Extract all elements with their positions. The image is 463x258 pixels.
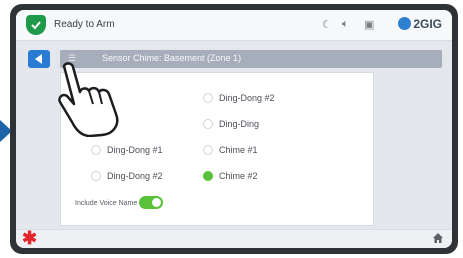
home-icon[interactable] xyxy=(432,232,444,244)
shield-check-icon xyxy=(26,15,46,35)
brand-orb-icon xyxy=(398,17,412,30)
option-label: Chime #2 xyxy=(219,171,258,181)
option-label: Ding-Dong #1 xyxy=(107,145,163,155)
voice-name-toggle[interactable] xyxy=(139,196,163,209)
option-ding-dong-2-top[interactable]: Ding-Dong #2 xyxy=(203,93,275,103)
panel-device: Ready to Arm ☾ 🔈︎ ▣ 2GIG ☰ Sensor Chime:… xyxy=(10,4,458,254)
brand-text: 2GIG xyxy=(413,17,442,31)
camera-icon[interactable]: ▣ xyxy=(364,18,374,31)
voice-name-label: Include Voice Name xyxy=(75,200,138,207)
option-label: Chime #1 xyxy=(219,145,258,155)
touch-screen: Ready to Arm ☾ 🔈︎ ▣ 2GIG ☰ Sensor Chime:… xyxy=(16,10,452,248)
option-ding-dong-1[interactable]: Ding-Dong #1 xyxy=(91,145,163,155)
option-chime-1[interactable]: Chime #1 xyxy=(203,145,258,155)
option-ding-ding[interactable]: Ding-Ding xyxy=(203,119,259,129)
option-label: Ding-Dong #2 xyxy=(219,93,275,103)
radio-button[interactable] xyxy=(203,119,213,129)
option-chime-2[interactable]: Chime #2 xyxy=(203,171,258,181)
moon-icon[interactable]: ☾ xyxy=(322,18,332,31)
brand-logo: 2GIG xyxy=(398,17,442,31)
bottom-bar: ✱ xyxy=(16,228,452,248)
radio-button[interactable] xyxy=(91,145,101,155)
option-ding-dong-2[interactable]: Ding-Dong #2 xyxy=(91,171,163,181)
pointing-hand-icon xyxy=(58,62,119,137)
radio-button-selected[interactable] xyxy=(203,171,213,181)
status-bar: Ready to Arm ☾ 🔈︎ ▣ 2GIG xyxy=(16,10,452,41)
radio-button[interactable] xyxy=(91,171,101,181)
speaker-icon[interactable]: 🔈︎ xyxy=(342,18,349,31)
option-label: Ding-Dong #2 xyxy=(107,171,163,181)
back-arrow-icon xyxy=(35,54,42,64)
option-label: Ding-Ding xyxy=(219,119,260,129)
radio-button[interactable] xyxy=(203,145,213,155)
back-button[interactable] xyxy=(28,50,50,68)
asterisk-icon[interactable]: ✱ xyxy=(22,228,37,248)
radio-button[interactable] xyxy=(203,93,213,103)
arm-status: Ready to Arm xyxy=(54,19,115,30)
